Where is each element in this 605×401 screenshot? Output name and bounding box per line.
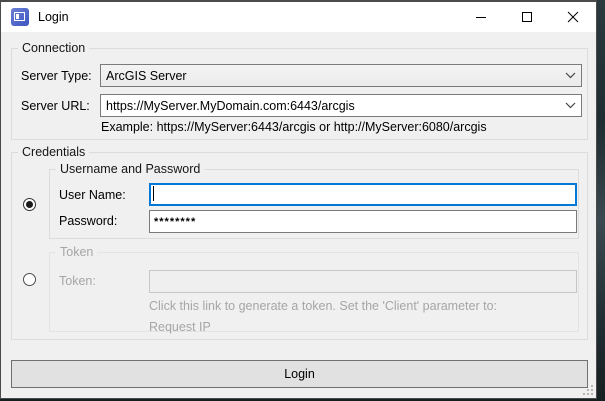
token-input[interactable]: [149, 270, 577, 293]
login-button[interactable]: Login: [11, 360, 588, 388]
token-client-value: Request IP: [149, 320, 211, 334]
token-help-text: Click this link to generate a token. Set…: [149, 299, 497, 313]
server-url-value: https://MyServer.MyDomain.com:6443/arcgi…: [101, 99, 559, 113]
maximize-button[interactable]: [504, 2, 550, 32]
server-url-example-text: Example: https://MyServer:6443/arcgis or…: [101, 120, 487, 134]
close-button[interactable]: [550, 2, 596, 32]
minimize-icon: [475, 11, 487, 23]
chevron-down-icon[interactable]: [559, 72, 581, 79]
server-type-combobox[interactable]: ArcGIS Server: [100, 64, 582, 87]
token-label: Token:: [59, 274, 96, 288]
server-type-label: Server Type:: [21, 69, 92, 83]
username-password-group-label: Username and Password: [56, 162, 204, 177]
app-window-icon: [11, 8, 29, 26]
login-dialog: Login Connection Server Type: ArcG: [0, 0, 597, 399]
password-label: Password:: [59, 214, 117, 228]
user-name-label: User Name:: [59, 188, 126, 202]
server-url-combobox[interactable]: https://MyServer.MyDomain.com:6443/arcgi…: [100, 94, 582, 117]
server-url-label: Server URL:: [21, 99, 90, 113]
username-password-radio[interactable]: [23, 198, 36, 211]
server-type-value: ArcGIS Server: [101, 69, 559, 83]
maximize-icon: [521, 11, 533, 23]
titlebar[interactable]: Login: [1, 2, 596, 32]
resize-grip-icon[interactable]: [583, 385, 593, 395]
minimize-button[interactable]: [458, 2, 504, 32]
credentials-group-label: Credentials: [18, 145, 89, 160]
window-title: Login: [38, 10, 69, 24]
user-name-input[interactable]: [149, 183, 577, 206]
text-caret: [153, 186, 154, 201]
token-group-label: Token: [56, 245, 97, 260]
password-input[interactable]: [149, 210, 577, 233]
chevron-down-icon[interactable]: [559, 102, 581, 109]
token-radio[interactable]: [23, 273, 36, 286]
close-icon: [567, 11, 579, 23]
connection-group-label: Connection: [18, 41, 89, 56]
